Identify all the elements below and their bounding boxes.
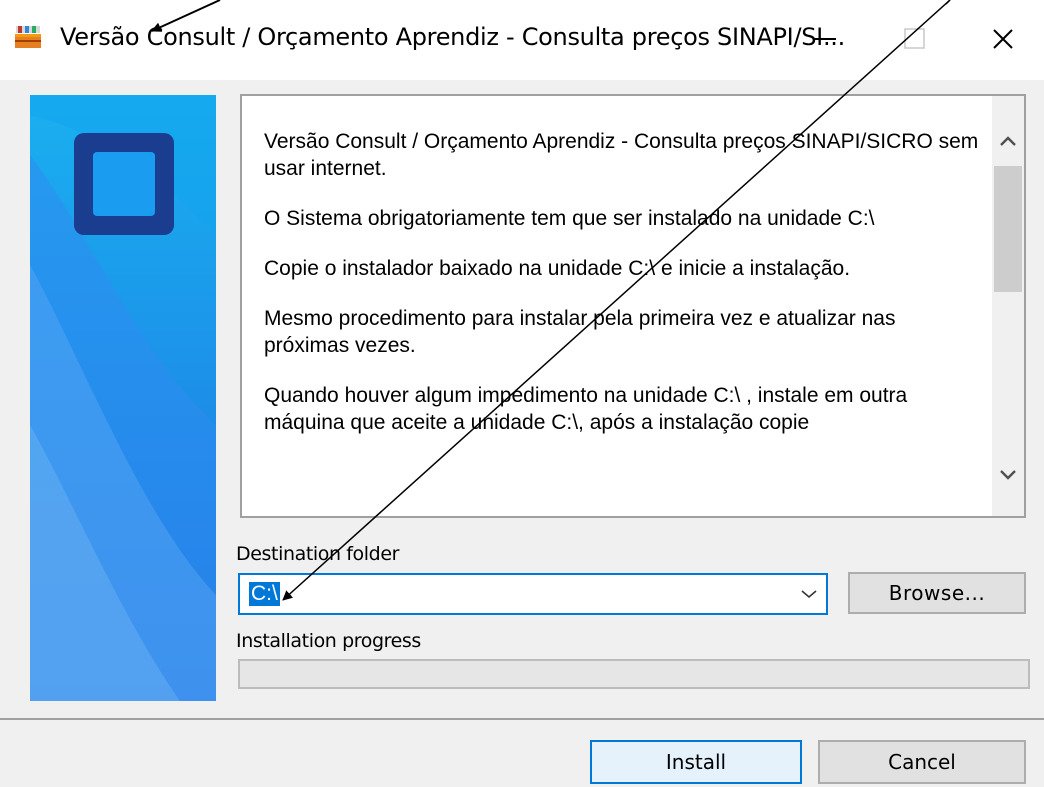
scroll-up-button[interactable] bbox=[992, 126, 1024, 156]
vertical-scrollbar[interactable] bbox=[992, 96, 1024, 516]
banner-graphic bbox=[30, 95, 216, 701]
info-paragraph: Copie o instalador baixado na unidade C:… bbox=[264, 257, 851, 280]
installer-window: Versão Consult / Orçamento Aprendiz - Co… bbox=[0, 0, 1044, 787]
minimize-icon bbox=[814, 38, 836, 40]
close-button[interactable] bbox=[968, 8, 1038, 70]
scroll-down-button[interactable] bbox=[992, 460, 1024, 490]
scroll-thumb[interactable] bbox=[994, 166, 1022, 292]
chevron-down-icon[interactable] bbox=[800, 587, 818, 601]
side-banner-image bbox=[30, 95, 216, 701]
chevron-up-icon bbox=[1000, 136, 1016, 146]
info-paragraph: Mesmo procedimento para instalar pela pr… bbox=[264, 307, 896, 357]
install-button[interactable]: Install bbox=[590, 740, 802, 784]
info-paragraph: O Sistema obrigatoriamente tem que ser i… bbox=[264, 207, 875, 230]
maximize-icon bbox=[904, 28, 925, 49]
destination-folder-combobox[interactable]: C:\ bbox=[238, 573, 828, 615]
title-bar[interactable]: Versão Consult / Orçamento Aprendiz - Co… bbox=[0, 0, 1044, 80]
cancel-button[interactable]: Cancel bbox=[818, 740, 1026, 784]
info-paragraph: Quando houver algum impedimento na unida… bbox=[264, 384, 908, 434]
info-text: Versão Consult / Orçamento Aprendiz - Co… bbox=[264, 128, 984, 459]
maximize-button bbox=[880, 8, 950, 70]
info-paragraph: Versão Consult / Orçamento Aprendiz - Co… bbox=[264, 130, 979, 180]
destination-folder-label: Destination folder bbox=[236, 543, 400, 565]
installation-progress-label: Installation progress bbox=[236, 630, 421, 652]
window-title: Versão Consult / Orçamento Aprendiz - Co… bbox=[60, 23, 845, 51]
minimize-button[interactable] bbox=[792, 8, 862, 70]
separator-line bbox=[0, 718, 1044, 720]
winrar-sfx-icon bbox=[15, 26, 41, 48]
destination-folder-value[interactable]: C:\ bbox=[249, 582, 280, 606]
installation-progress-bar bbox=[238, 659, 1030, 689]
browse-button[interactable]: Browse... bbox=[848, 572, 1026, 614]
close-icon bbox=[993, 29, 1013, 49]
chevron-down-icon bbox=[1000, 470, 1016, 480]
info-textbox[interactable]: Versão Consult / Orçamento Aprendiz - Co… bbox=[240, 94, 1026, 518]
